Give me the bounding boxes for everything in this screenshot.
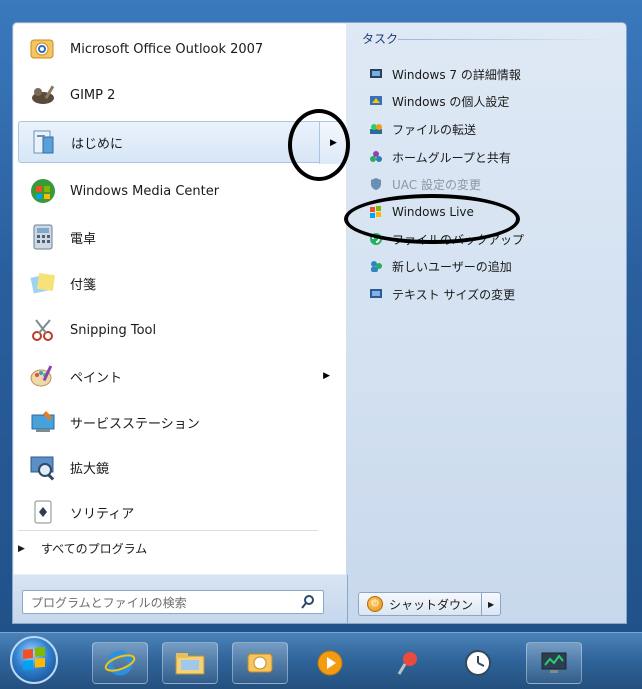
program-label: はじめに — [71, 136, 124, 152]
uac-icon — [368, 176, 384, 192]
text-size-icon — [368, 286, 384, 302]
task-item-personalize[interactable]: Windows の個人設定 — [368, 89, 509, 113]
program-label: Snipping Tool — [70, 322, 157, 338]
shutdown-options-button[interactable]: ▶ — [482, 592, 502, 616]
annotation-circle-windows-live — [344, 194, 520, 244]
start-menu-window: Microsoft Office Outlook 2007 GIMP 2 はじめ… — [0, 0, 642, 689]
task-label: Windows 7 の詳細情報 — [392, 67, 521, 82]
explorer-folder-icon[interactable] — [162, 642, 218, 684]
clock-icon[interactable] — [450, 642, 506, 684]
task-label: テキスト サイズの変更 — [392, 287, 516, 302]
task-label: Windows の個人設定 — [392, 94, 510, 109]
pushpin-icon[interactable] — [380, 642, 436, 684]
program-item-snipping-tool[interactable]: Snipping Tool — [18, 309, 340, 351]
program-item-paint[interactable]: ペイント ▶ — [18, 355, 340, 397]
shutdown-label: シャットダウン — [389, 597, 474, 612]
all-programs-label: すべてのプログラム — [40, 542, 148, 556]
outlook-icon — [26, 32, 60, 66]
program-label: サービスステーション — [70, 416, 200, 432]
program-item-solitaire[interactable]: ソリティア — [18, 491, 340, 533]
network-monitor-icon[interactable] — [526, 642, 582, 684]
program-label: GIMP 2 — [70, 87, 116, 103]
program-item-calculator[interactable]: 電卓 — [18, 216, 340, 258]
start-orb-icon[interactable] — [10, 636, 58, 684]
annotation-circle-submenu — [288, 109, 350, 181]
task-label: UAC 設定の変更 — [392, 177, 481, 192]
program-label: 拡大鏡 — [70, 461, 110, 477]
media-center-icon — [26, 174, 60, 208]
task-item-transfer[interactable]: ファイルの転送 — [368, 117, 476, 141]
internet-explorer-icon[interactable] — [92, 642, 148, 684]
search-input[interactable]: プログラムとファイルの検索 — [22, 590, 324, 614]
outlook-icon[interactable] — [232, 642, 288, 684]
calculator-icon — [26, 220, 60, 254]
media-player-icon[interactable] — [302, 642, 358, 684]
magnifier-icon — [26, 450, 60, 484]
program-label: 電卓 — [70, 231, 97, 247]
homegroup-icon — [368, 149, 384, 165]
menu-separator — [18, 530, 318, 531]
task-label: 新しいユーザーの追加 — [392, 259, 512, 274]
program-item-sticky-notes[interactable]: 付箋 — [18, 262, 340, 304]
program-label: Windows Media Center — [70, 183, 220, 199]
program-item-gimp[interactable]: GIMP 2 — [18, 74, 340, 116]
program-label: 付箋 — [70, 277, 97, 293]
search-icon[interactable] — [299, 593, 317, 611]
service-station-icon — [26, 405, 60, 439]
info-icon — [368, 66, 384, 82]
shutdown-control: ⏻ シャットダウン ▶ — [358, 592, 502, 616]
task-item-homegroup[interactable]: ホームグループと共有 — [368, 145, 511, 169]
tasks-heading-divider — [398, 39, 616, 40]
expand-arrow-icon: ▶ — [18, 543, 25, 554]
snipping-tool-icon — [26, 313, 60, 347]
program-label: ペイント — [70, 370, 123, 386]
program-item-media-center[interactable]: Windows Media Center — [18, 170, 340, 212]
submenu-arrow-icon: ▶ — [323, 371, 330, 381]
task-item-windows7-info[interactable]: Windows 7 の詳細情報 — [368, 62, 521, 86]
power-icon: ⏻ — [367, 596, 383, 612]
program-item-outlook[interactable]: Microsoft Office Outlook 2007 — [18, 28, 340, 70]
search-placeholder: プログラムとファイルの検索 — [31, 595, 187, 610]
personalize-icon — [368, 93, 384, 109]
shutdown-button[interactable]: ⏻ シャットダウン — [358, 592, 483, 616]
program-label: Microsoft Office Outlook 2007 — [70, 41, 264, 57]
program-label: ソリティア — [70, 506, 135, 522]
tasks-heading: タスク — [362, 32, 399, 46]
sticky-notes-icon — [26, 266, 60, 300]
task-item-text-size[interactable]: テキスト サイズの変更 — [368, 282, 515, 306]
program-item-magnifier[interactable]: 拡大鏡 — [18, 446, 340, 488]
task-label: ホームグループと共有 — [392, 150, 511, 165]
add-user-icon — [368, 258, 384, 274]
task-item-add-user[interactable]: 新しいユーザーの追加 — [368, 254, 512, 278]
gimp-icon — [26, 78, 60, 112]
all-programs-button[interactable]: ▶ すべてのプログラム — [18, 540, 147, 557]
paint-icon — [26, 359, 60, 393]
program-item-service-station[interactable]: サービスステーション — [18, 401, 340, 443]
task-label: ファイルの転送 — [392, 122, 477, 137]
transfer-icon — [368, 121, 384, 137]
task-item-uac[interactable]: UAC 設定の変更 — [368, 172, 481, 196]
solitaire-icon — [26, 495, 60, 529]
getting-started-icon — [27, 125, 61, 159]
